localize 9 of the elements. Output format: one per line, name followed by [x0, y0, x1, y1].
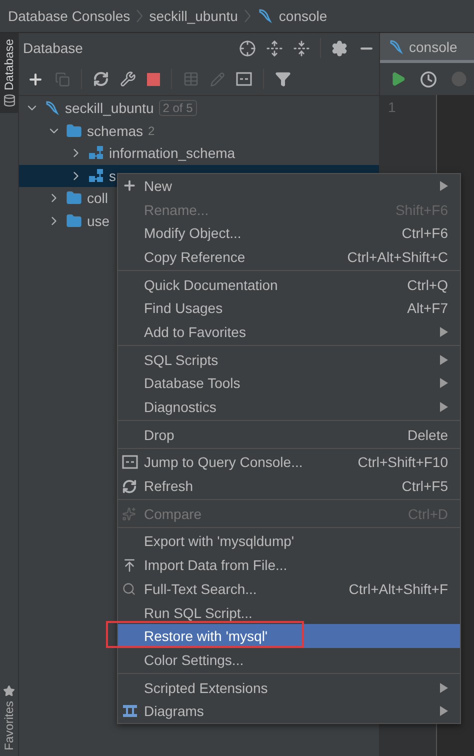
node-label: seckill_ubuntu: [65, 100, 154, 116]
node-label: use: [87, 212, 110, 229]
node-label: information_schema: [109, 145, 236, 162]
node-label: s: [109, 168, 116, 184]
panel-title: Database: [23, 40, 84, 56]
node-label: schemas: [87, 122, 144, 139]
node-label: coll: [87, 190, 108, 206]
node-badge: 2 of 5: [158, 100, 197, 116]
node-count: 2: [148, 124, 155, 138]
